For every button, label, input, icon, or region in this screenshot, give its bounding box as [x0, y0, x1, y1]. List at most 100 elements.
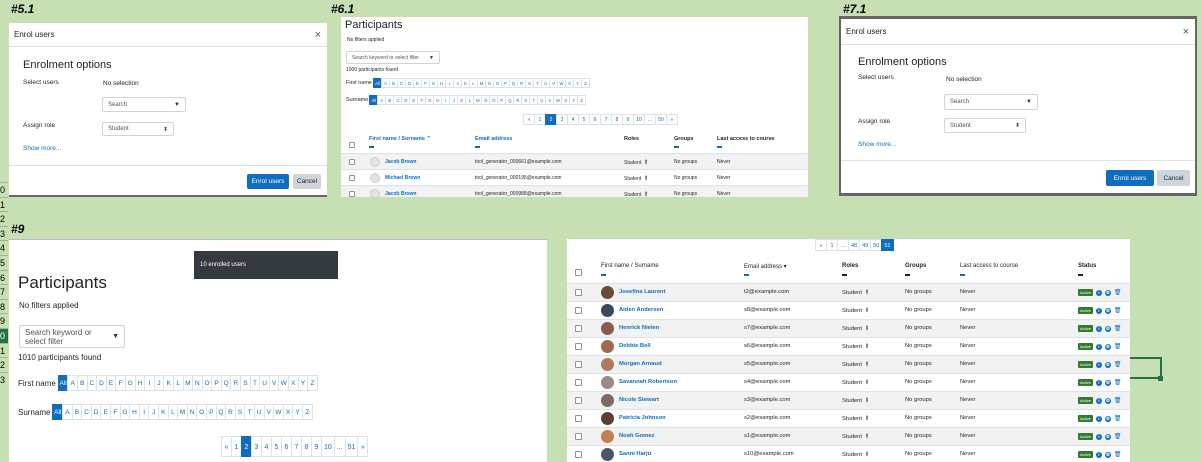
column-header[interactable]: Email address: [475, 136, 512, 142]
column-header[interactable]: First name / Surname ⌃: [369, 136, 431, 142]
row-checkbox[interactable]: [575, 451, 582, 458]
search-users-select[interactable]: Search ▼: [944, 94, 1038, 110]
gear-icon[interactable]: ⚙: [1104, 325, 1111, 332]
participant-name[interactable]: Sanni Harju: [619, 451, 651, 457]
page-link[interactable]: 51: [881, 239, 894, 251]
search-filter-select[interactable]: Search keyword or select filter ▼: [19, 325, 125, 348]
fill-handle[interactable]: [1158, 376, 1163, 381]
info-icon[interactable]: i: [1095, 289, 1102, 296]
enrol-users-button[interactable]: Enrol users: [1106, 170, 1154, 186]
role-select[interactable]: Student ⬍: [102, 122, 174, 136]
cancel-button[interactable]: Cancel: [1157, 170, 1190, 186]
trash-icon[interactable]: 🗑: [1114, 451, 1122, 458]
role-select[interactable]: Student ⬍: [944, 118, 1026, 133]
row-checkbox[interactable]: [575, 379, 582, 386]
pencil-icon[interactable]: ✎: [642, 174, 651, 183]
page-link[interactable]: 10: [321, 436, 335, 457]
select-all-checkbox[interactable]: [349, 142, 355, 148]
pencil-icon[interactable]: ✎: [862, 396, 871, 405]
participant-name[interactable]: Patricia Johnson: [619, 415, 666, 421]
page-link[interactable]: »: [357, 436, 369, 457]
gear-icon[interactable]: ⚙: [1104, 379, 1111, 386]
pencil-icon[interactable]: ✎: [862, 288, 871, 297]
gear-icon[interactable]: ⚙: [1104, 343, 1111, 350]
pencil-icon[interactable]: ✎: [862, 324, 871, 333]
row-checkbox[interactable]: [575, 433, 582, 440]
column-header[interactable]: Groups: [905, 263, 926, 269]
participant-name[interactable]: Henrick Nielen: [619, 325, 659, 331]
trash-icon[interactable]: 🗑: [1114, 307, 1122, 314]
trash-icon[interactable]: 🗑: [1114, 433, 1122, 440]
pencil-icon[interactable]: ✎: [642, 158, 651, 167]
trash-icon[interactable]: 🗑: [1114, 415, 1122, 422]
info-icon[interactable]: i: [1095, 397, 1102, 404]
trash-icon[interactable]: 🗑: [1114, 397, 1122, 404]
participant-name[interactable]: Jacob Brown: [385, 191, 416, 197]
column-header[interactable]: Roles: [842, 263, 858, 269]
info-icon[interactable]: i: [1095, 307, 1102, 314]
pencil-icon[interactable]: ✎: [862, 432, 871, 441]
column-header[interactable]: Groups: [674, 136, 694, 142]
gear-icon[interactable]: ⚙: [1104, 397, 1111, 404]
info-icon[interactable]: i: [1095, 325, 1102, 332]
gear-icon[interactable]: ⚙: [1104, 433, 1111, 440]
letter-filter-z[interactable]: Z: [580, 78, 590, 88]
row-checkbox[interactable]: [575, 397, 582, 404]
pencil-icon[interactable]: ✎: [862, 414, 871, 423]
close-icon[interactable]: ×: [1183, 26, 1189, 38]
row-checkbox[interactable]: [575, 325, 582, 332]
trash-icon[interactable]: 🗑: [1114, 289, 1122, 296]
participant-name[interactable]: Nicole Stewart: [619, 397, 659, 403]
column-header[interactable]: First name / Surname: [601, 263, 659, 269]
search-filter-select[interactable]: Search keyword or select filter ▼: [346, 51, 440, 64]
pencil-icon[interactable]: ✎: [862, 450, 871, 459]
select-all-checkbox[interactable]: [575, 269, 582, 276]
pencil-icon[interactable]: ✎: [862, 342, 871, 351]
column-header[interactable]: Email address ▾: [744, 263, 787, 270]
info-icon[interactable]: i: [1095, 415, 1102, 422]
row-checkbox[interactable]: [575, 415, 582, 422]
show-more-link[interactable]: Show more...: [23, 145, 61, 152]
gear-icon[interactable]: ⚙: [1104, 451, 1111, 458]
participant-name[interactable]: Aiden Andersen: [619, 307, 663, 313]
pencil-icon[interactable]: ✎: [862, 360, 871, 369]
trash-icon[interactable]: 🗑: [1114, 361, 1122, 368]
gear-icon[interactable]: ⚙: [1104, 289, 1111, 296]
column-header[interactable]: Last access to course: [717, 136, 774, 142]
row-checkbox[interactable]: [575, 361, 582, 368]
column-header[interactable]: Roles: [624, 136, 639, 142]
letter-filter-z[interactable]: Z: [577, 95, 587, 105]
info-icon[interactable]: i: [1095, 451, 1102, 458]
participant-name[interactable]: Jacob Brown: [385, 159, 416, 165]
row-checkbox[interactable]: [575, 289, 582, 296]
page-link[interactable]: 51: [344, 436, 359, 457]
gear-icon[interactable]: ⚙: [1104, 361, 1111, 368]
gear-icon[interactable]: ⚙: [1104, 307, 1111, 314]
pencil-icon[interactable]: ✎: [862, 378, 871, 387]
row-checkbox[interactable]: [575, 307, 582, 314]
cancel-button[interactable]: Cancel: [293, 174, 321, 189]
gear-icon[interactable]: ⚙: [1104, 415, 1111, 422]
info-icon[interactable]: i: [1095, 379, 1102, 386]
row-checkbox[interactable]: [349, 191, 355, 197]
participant-name[interactable]: Savannah Robertson: [619, 379, 677, 385]
enrol-users-button[interactable]: Enrol users: [247, 174, 289, 189]
row-checkbox[interactable]: [349, 175, 355, 181]
info-icon[interactable]: i: [1095, 361, 1102, 368]
participant-name[interactable]: Debbie Bell: [619, 343, 651, 349]
trash-icon[interactable]: 🗑: [1114, 343, 1122, 350]
info-icon[interactable]: i: [1095, 343, 1102, 350]
letter-filter-z[interactable]: Z: [301, 404, 313, 420]
page-link[interactable]: »: [666, 114, 678, 125]
close-icon[interactable]: ×: [315, 29, 321, 41]
participant-name[interactable]: Josefina Laurent: [619, 289, 665, 295]
pencil-icon[interactable]: ✎: [862, 306, 871, 315]
pencil-icon[interactable]: ✎: [642, 190, 651, 197]
trash-icon[interactable]: 🗑: [1114, 325, 1122, 332]
row-checkbox[interactable]: [349, 159, 355, 165]
info-icon[interactable]: i: [1095, 433, 1102, 440]
participant-name[interactable]: Michael Brown: [385, 175, 420, 181]
participant-name[interactable]: Morgan Arnaud: [619, 361, 662, 367]
show-more-link[interactable]: Show more...: [858, 141, 896, 148]
search-users-select[interactable]: Search ▼: [102, 97, 186, 112]
